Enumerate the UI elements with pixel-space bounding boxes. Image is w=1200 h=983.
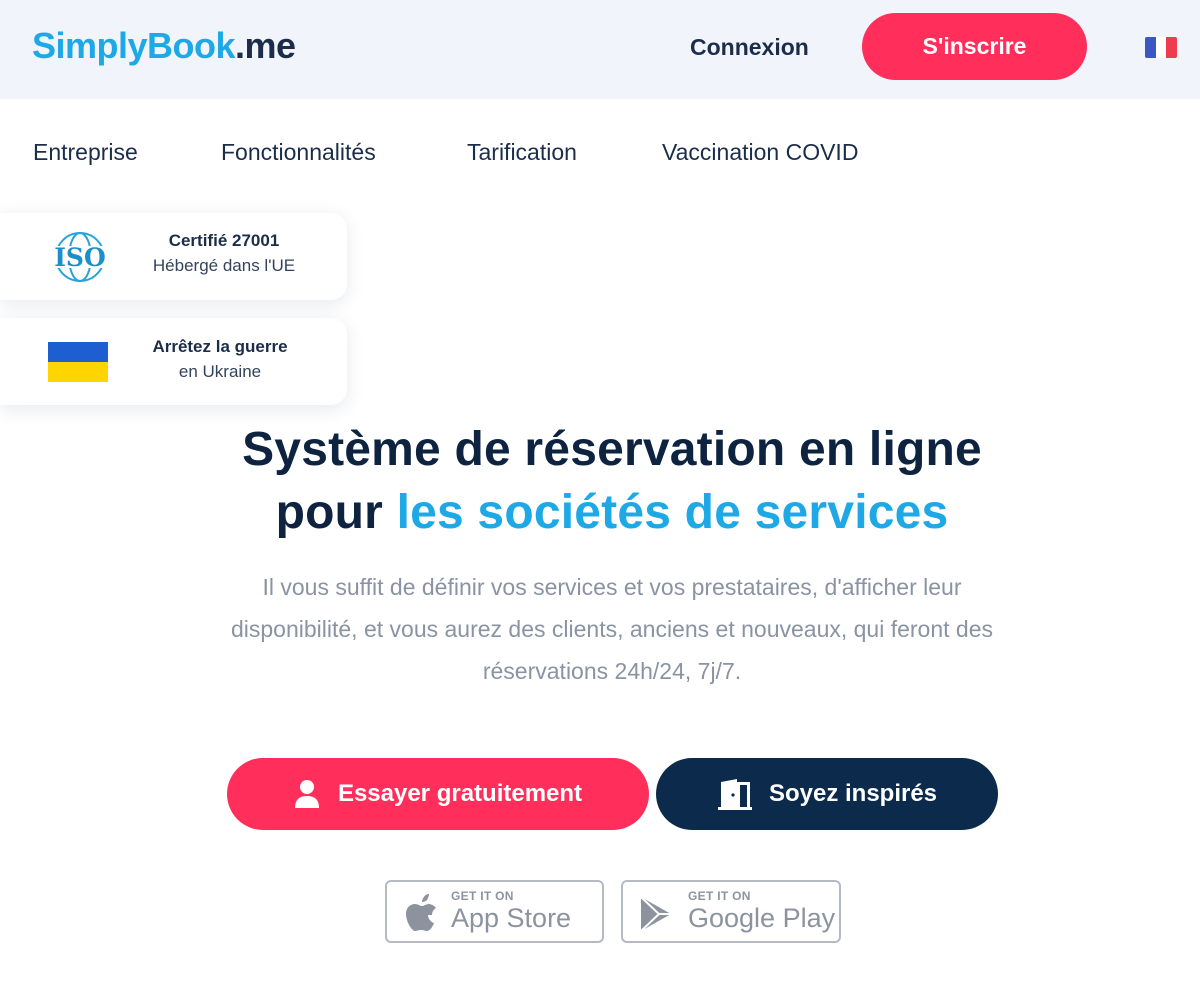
iso-icon-text: ISO	[54, 243, 106, 272]
nav-item-entreprise[interactable]: Entreprise	[33, 136, 221, 168]
flag-stripe-red	[1166, 37, 1177, 58]
nav-item-vaccination-covid[interactable]: Vaccination COVID	[662, 136, 858, 168]
google-play-button[interactable]: GET IT ON Google Play	[621, 880, 841, 943]
hero-description: Il vous suffit de définir vos services e…	[230, 574, 994, 684]
get-inspired-label: Soyez inspirés	[768, 780, 938, 807]
hero-title-accent: les sociétés de services	[396, 486, 949, 539]
hero-title: Système de réservation en ligne pour les…	[0, 418, 1200, 544]
user-icon	[294, 779, 320, 809]
try-free-button[interactable]: Essayer gratuitement	[227, 758, 649, 830]
flag-stripe-blue	[1145, 37, 1156, 58]
app-store-button[interactable]: GET IT ON App Store	[385, 880, 604, 943]
flag-stripe-white	[1155, 37, 1167, 58]
iso-badge-title: Certifié 27001	[168, 231, 280, 250]
hero-title-prefix: pour	[275, 486, 384, 539]
logo[interactable]: SimplyBook.me	[32, 20, 296, 72]
login-link[interactable]: Connexion	[690, 30, 809, 64]
main-nav: Entreprise Fonctionnalités Tarification …	[33, 136, 858, 168]
app-store-text: GET IT ON App Store	[451, 889, 571, 933]
hero-title-line2: pour les sociétés de services	[0, 481, 1200, 544]
iso-badge[interactable]: ISO Certifié 27001 Hébergé dans l'UE	[0, 213, 347, 300]
app-store-big-label: App Store	[451, 903, 572, 933]
try-free-label: Essayer gratuitement	[337, 780, 583, 807]
iso-badge-text: Certifié 27001 Hébergé dans l'UE	[120, 229, 328, 279]
logo-text: SimplyBook.me	[32, 20, 296, 72]
google-play-big-label: Google Play	[688, 903, 836, 933]
google-play-small-label: GET IT ON	[688, 889, 751, 903]
google-play-icon	[637, 895, 675, 933]
ukraine-badge[interactable]: Arrêtez la guerre en Ukraine	[0, 318, 347, 405]
iso-icon: ISO	[48, 231, 112, 288]
app-store-small-label: GET IT ON	[451, 889, 514, 903]
ukraine-badge-title: Arrêtez la guerre	[152, 337, 288, 356]
door-icon	[717, 778, 753, 810]
nav-item-fonctionnalites[interactable]: Fonctionnalités	[221, 136, 467, 168]
flag-france-icon[interactable]	[1145, 37, 1177, 58]
ukraine-badge-text: Arrêtez la guerre en Ukraine	[120, 335, 320, 385]
get-inspired-button[interactable]: Soyez inspirés	[656, 758, 998, 830]
signup-button[interactable]: S'inscrire	[862, 13, 1087, 80]
nav-item-tarification[interactable]: Tarification	[467, 136, 662, 168]
ukraine-flag-icon	[48, 342, 108, 382]
google-play-text: GET IT ON Google Play	[688, 889, 835, 933]
iso-badge-subtitle: Hébergé dans l'UE	[152, 256, 296, 275]
logo-simplybook: SimplyBook	[32, 25, 236, 66]
hero-title-line1: Système de réservation en ligne	[242, 423, 982, 476]
logo-dot-me: .me	[235, 25, 296, 66]
ukraine-badge-subtitle: en Ukraine	[178, 362, 262, 381]
top-bar: SimplyBook.me Connexion S'inscrire	[0, 0, 1200, 99]
apple-icon	[403, 894, 439, 934]
